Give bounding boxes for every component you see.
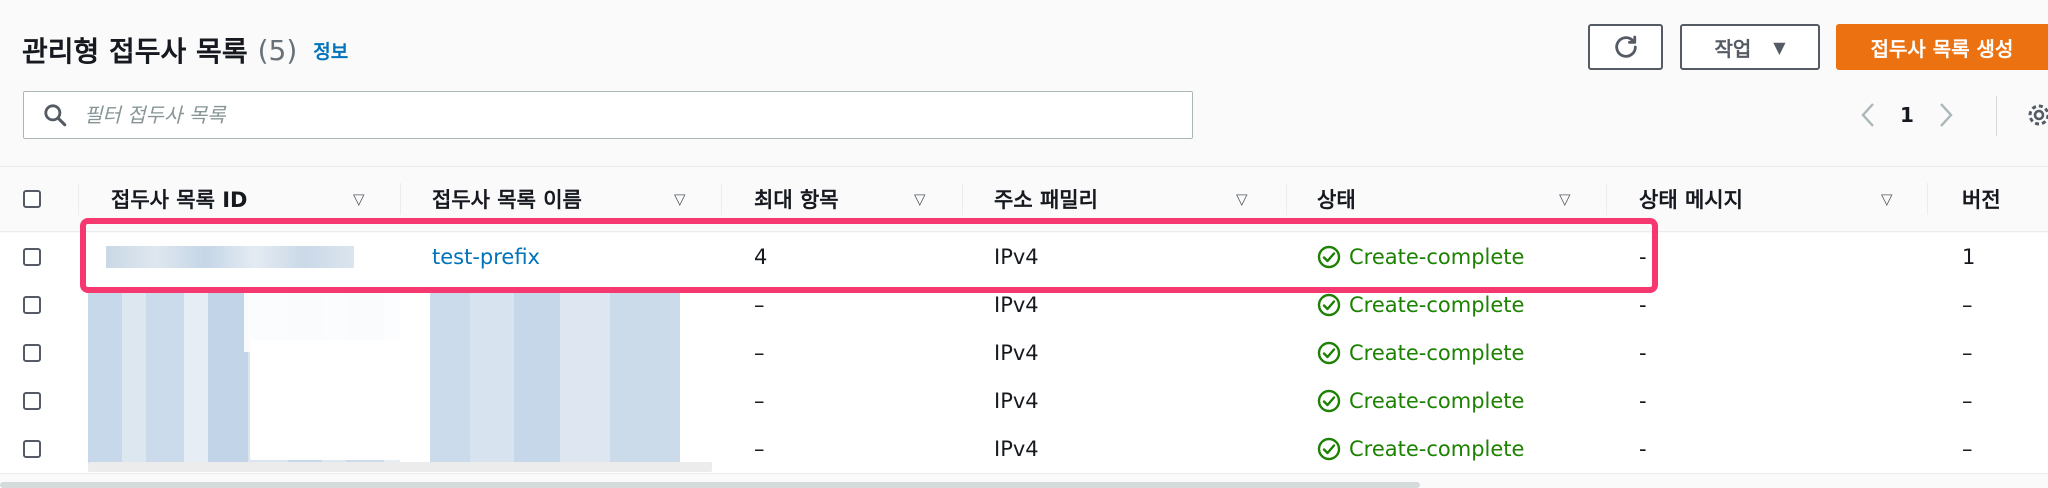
managed-prefix-lists-page: 관리형 접두사 목록 (5) 정보 작업 ▼ 접두사 목록 생성 1	[0, 0, 2048, 488]
select-all-checkbox[interactable]	[23, 190, 41, 208]
row-select-cell	[23, 281, 41, 329]
previous-page-button[interactable]	[1850, 96, 1886, 134]
gear-icon	[2028, 104, 2048, 126]
current-page[interactable]: 1	[1900, 103, 1914, 127]
state-message-cell: -	[1639, 389, 1647, 413]
version-cell: 1	[1962, 245, 1976, 269]
table-row[interactable]: test-prefix 4 IPv4 Create-complete - 1	[0, 233, 2048, 282]
preferences-button[interactable]	[2024, 98, 2048, 132]
prefix-list-name-cell: test-prefix	[432, 233, 540, 281]
horizontal-scrollbar[interactable]	[0, 482, 1420, 488]
table-header: 접두사 목록 ID ▽ 접두사 목록 이름 ▽ 최대 항목 ▽ 주소 패밀리 ▽…	[0, 166, 2048, 232]
column-divider	[962, 183, 963, 215]
column-header-version[interactable]: 버전	[1962, 167, 2001, 231]
prefix-lists-table: 접두사 목록 ID ▽ 접두사 목록 이름 ▽ 최대 항목 ▽ 주소 패밀리 ▽…	[0, 166, 2048, 232]
check-circle-icon	[1317, 341, 1341, 365]
row-select-cell	[23, 233, 41, 281]
info-link[interactable]: 정보	[313, 37, 348, 64]
column-divider	[78, 183, 79, 215]
chevron-left-icon	[1861, 103, 1874, 127]
sort-icon: ▽	[1881, 190, 1893, 208]
address-family-cell: IPv4	[994, 245, 1039, 269]
search-icon	[44, 104, 67, 127]
version-cell: –	[1962, 389, 1973, 413]
state-message-cell: -	[1639, 245, 1647, 269]
caret-down-icon: ▼	[1773, 37, 1786, 57]
check-circle-icon	[1317, 293, 1341, 317]
column-header-prefix-list-name[interactable]: 접두사 목록 이름 ▽	[432, 167, 692, 231]
next-page-button[interactable]	[1928, 96, 1964, 134]
max-entries-cell: –	[754, 389, 765, 413]
sort-icon: ▽	[674, 190, 686, 208]
max-entries-cell: –	[754, 341, 765, 365]
column-header-state-message[interactable]: 상태 메시지 ▽	[1639, 167, 1909, 231]
redacted-id	[106, 246, 354, 268]
column-header-address-family[interactable]: 주소 패밀리 ▽	[994, 167, 1264, 231]
redacted-region-names	[430, 292, 680, 464]
address-family-cell: IPv4	[994, 389, 1039, 413]
max-entries-cell: –	[754, 437, 765, 461]
state-cell: Create-complete	[1317, 377, 1524, 425]
row-checkbox[interactable]	[23, 344, 41, 362]
filter-input[interactable]	[82, 102, 1166, 128]
column-divider	[1927, 183, 1928, 215]
address-family-cell: IPv4	[994, 293, 1039, 317]
redacted-region-extra	[250, 340, 400, 460]
state-cell: Create-complete	[1317, 281, 1524, 329]
column-header-prefix-list-id[interactable]: 접두사 목록 ID ▽	[111, 167, 381, 231]
row-checkbox[interactable]	[23, 248, 41, 266]
state-message-cell: -	[1639, 341, 1647, 365]
column-divider	[1606, 183, 1607, 215]
sort-icon: ▽	[914, 190, 926, 208]
check-circle-icon	[1317, 389, 1341, 413]
state-cell: Create-complete	[1317, 329, 1524, 377]
sort-icon: ▽	[1559, 190, 1571, 208]
row-select-cell	[23, 377, 41, 425]
refresh-button[interactable]	[1588, 24, 1663, 70]
version-cell: –	[1962, 341, 1973, 365]
create-label: 접두사 목록 생성	[1870, 36, 2014, 61]
max-entries-cell: –	[754, 293, 765, 317]
column-header-max-entries[interactable]: 최대 항목 ▽	[754, 167, 944, 231]
pager-divider	[1996, 96, 1997, 136]
filter-search-box	[23, 91, 1193, 139]
check-circle-icon	[1317, 245, 1341, 269]
column-header-state[interactable]: 상태 ▽	[1317, 167, 1587, 231]
address-family-cell: IPv4	[994, 341, 1039, 365]
chevron-right-icon	[1940, 103, 1953, 127]
sort-icon: ▽	[1236, 190, 1248, 208]
item-count: (5)	[257, 33, 298, 67]
page-header: 관리형 접두사 목록 (5) 정보	[22, 30, 348, 70]
actions-label: 작업	[1714, 36, 1752, 61]
address-family-cell: IPv4	[994, 437, 1039, 461]
page-title: 관리형 접두사 목록	[22, 35, 248, 68]
prefix-list-name-link[interactable]: test-prefix	[432, 245, 540, 269]
actions-dropdown-button[interactable]: 작업 ▼	[1680, 24, 1820, 70]
select-all-cell	[23, 167, 41, 231]
check-circle-icon	[1317, 437, 1341, 461]
row-checkbox[interactable]	[23, 440, 41, 458]
column-divider	[721, 183, 722, 215]
column-divider	[1286, 183, 1287, 215]
row-select-cell	[23, 425, 41, 473]
row-checkbox[interactable]	[23, 392, 41, 410]
create-prefix-list-button[interactable]: 접두사 목록 생성	[1836, 24, 2048, 70]
pagination: 1	[1850, 96, 1964, 134]
state-cell: Create-complete	[1317, 233, 1524, 281]
state-message-cell: -	[1639, 293, 1647, 317]
prefix-list-id-cell	[106, 233, 354, 281]
state-cell: Create-complete	[1317, 425, 1524, 473]
refresh-icon	[1614, 35, 1637, 58]
redacted-region-bottom	[88, 462, 712, 472]
row-checkbox[interactable]	[23, 296, 41, 314]
state-message-cell: -	[1639, 437, 1647, 461]
max-entries-cell: 4	[754, 245, 768, 269]
version-cell: –	[1962, 437, 1973, 461]
row-select-cell	[23, 329, 41, 377]
sort-icon: ▽	[353, 190, 365, 208]
version-cell: –	[1962, 293, 1973, 317]
column-divider	[400, 183, 401, 215]
